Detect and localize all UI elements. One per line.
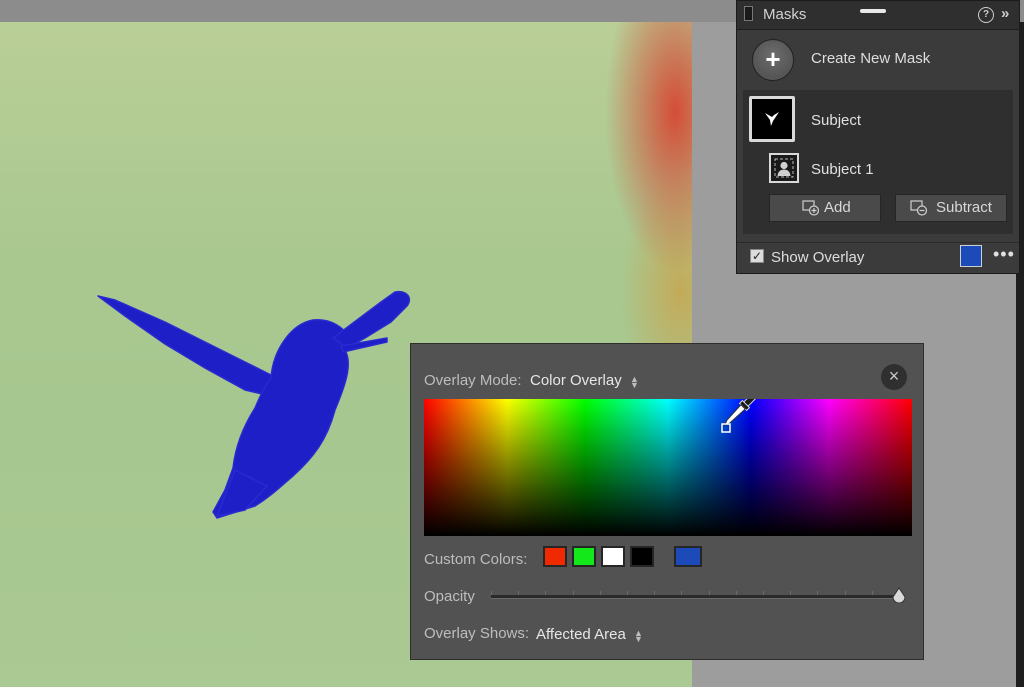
overlay-mode-chevron-icon[interactable]: ▲ ▼ <box>630 375 639 390</box>
masks-panel-title: Masks <box>763 6 807 23</box>
subject-mask-overlay <box>97 290 411 519</box>
person-icon[interactable] <box>769 153 799 183</box>
overlay-color-swatch[interactable] <box>960 245 982 267</box>
masks-panel: Masks ? » + Create New Mask Subject Subj… <box>736 0 1020 274</box>
opacity-tick <box>518 591 519 595</box>
overlay-shows-select[interactable]: Affected Area <box>536 626 626 643</box>
opacity-label: Opacity <box>424 588 475 605</box>
subtract-from-mask-button[interactable]: Subtract <box>895 194 1007 222</box>
selected-color-swatch[interactable] <box>674 546 702 567</box>
opacity-tick <box>627 591 628 595</box>
opacity-tick <box>872 591 873 595</box>
opacity-tick <box>545 591 546 595</box>
custom-color-white[interactable] <box>601 546 625 567</box>
custom-colors-label: Custom Colors: <box>424 551 528 568</box>
drag-handle[interactable] <box>860 9 886 13</box>
show-overlay-label[interactable]: Show Overlay <box>771 249 864 266</box>
more-options-icon[interactable]: ••• <box>993 244 1015 265</box>
opacity-tick <box>817 591 818 595</box>
add-to-mask-button[interactable]: Add <box>769 194 881 222</box>
opacity-tick <box>600 591 601 595</box>
custom-color-black[interactable] <box>630 546 654 567</box>
opacity-tick <box>790 591 791 595</box>
masks-panel-header[interactable]: Masks ? » <box>737 1 1019 30</box>
custom-color-red[interactable] <box>543 546 567 567</box>
show-overlay-checkbox[interactable]: ✓ <box>750 249 764 263</box>
create-new-mask-label[interactable]: Create New Mask <box>811 50 930 67</box>
collapse-panel-icon[interactable]: » <box>1001 5 1010 22</box>
opacity-tick <box>763 591 764 595</box>
opacity-slider-thumb[interactable] <box>892 587 906 603</box>
add-mask-icon <box>802 200 820 216</box>
overlay-mode-select[interactable]: Color Overlay <box>530 372 622 389</box>
opacity-tick <box>736 591 737 595</box>
overlay-mode-label: Overlay Mode: <box>424 372 522 389</box>
custom-color-green[interactable] <box>572 546 596 567</box>
opacity-tick <box>845 591 846 595</box>
opacity-slider[interactable] <box>491 591 900 599</box>
help-icon[interactable]: ? <box>978 7 994 23</box>
close-icon[interactable]: × <box>881 364 907 390</box>
mask-thumbnail[interactable] <box>749 96 795 142</box>
mask-name[interactable]: Subject <box>811 112 861 129</box>
mask-item-subject[interactable]: Subject Subject 1 Add Subtract <box>743 90 1013 234</box>
subtract-mask-icon <box>910 200 928 216</box>
overlay-options-popup: Overlay Mode: Color Overlay ▲ ▼ × Custom… <box>410 343 924 660</box>
mask-component-name[interactable]: Subject 1 <box>811 161 874 178</box>
color-spectrum-picker[interactable] <box>424 399 912 536</box>
overlay-shows-chevron-icon[interactable]: ▲ ▼ <box>634 629 643 644</box>
opacity-tick <box>573 591 574 595</box>
create-new-mask-button[interactable]: + <box>752 39 794 81</box>
opacity-tick <box>654 591 655 595</box>
panel-toggle-icon[interactable] <box>744 6 753 21</box>
opacity-tick <box>709 591 710 595</box>
opacity-tick <box>491 591 492 595</box>
opacity-tick <box>681 591 682 595</box>
overlay-shows-label: Overlay Shows: <box>424 625 530 642</box>
add-button-label: Add <box>824 199 851 216</box>
show-overlay-row: ✓ Show Overlay ••• <box>737 242 1019 273</box>
bird-silhouette-icon <box>765 112 779 126</box>
subtract-button-label: Subtract <box>936 199 992 216</box>
